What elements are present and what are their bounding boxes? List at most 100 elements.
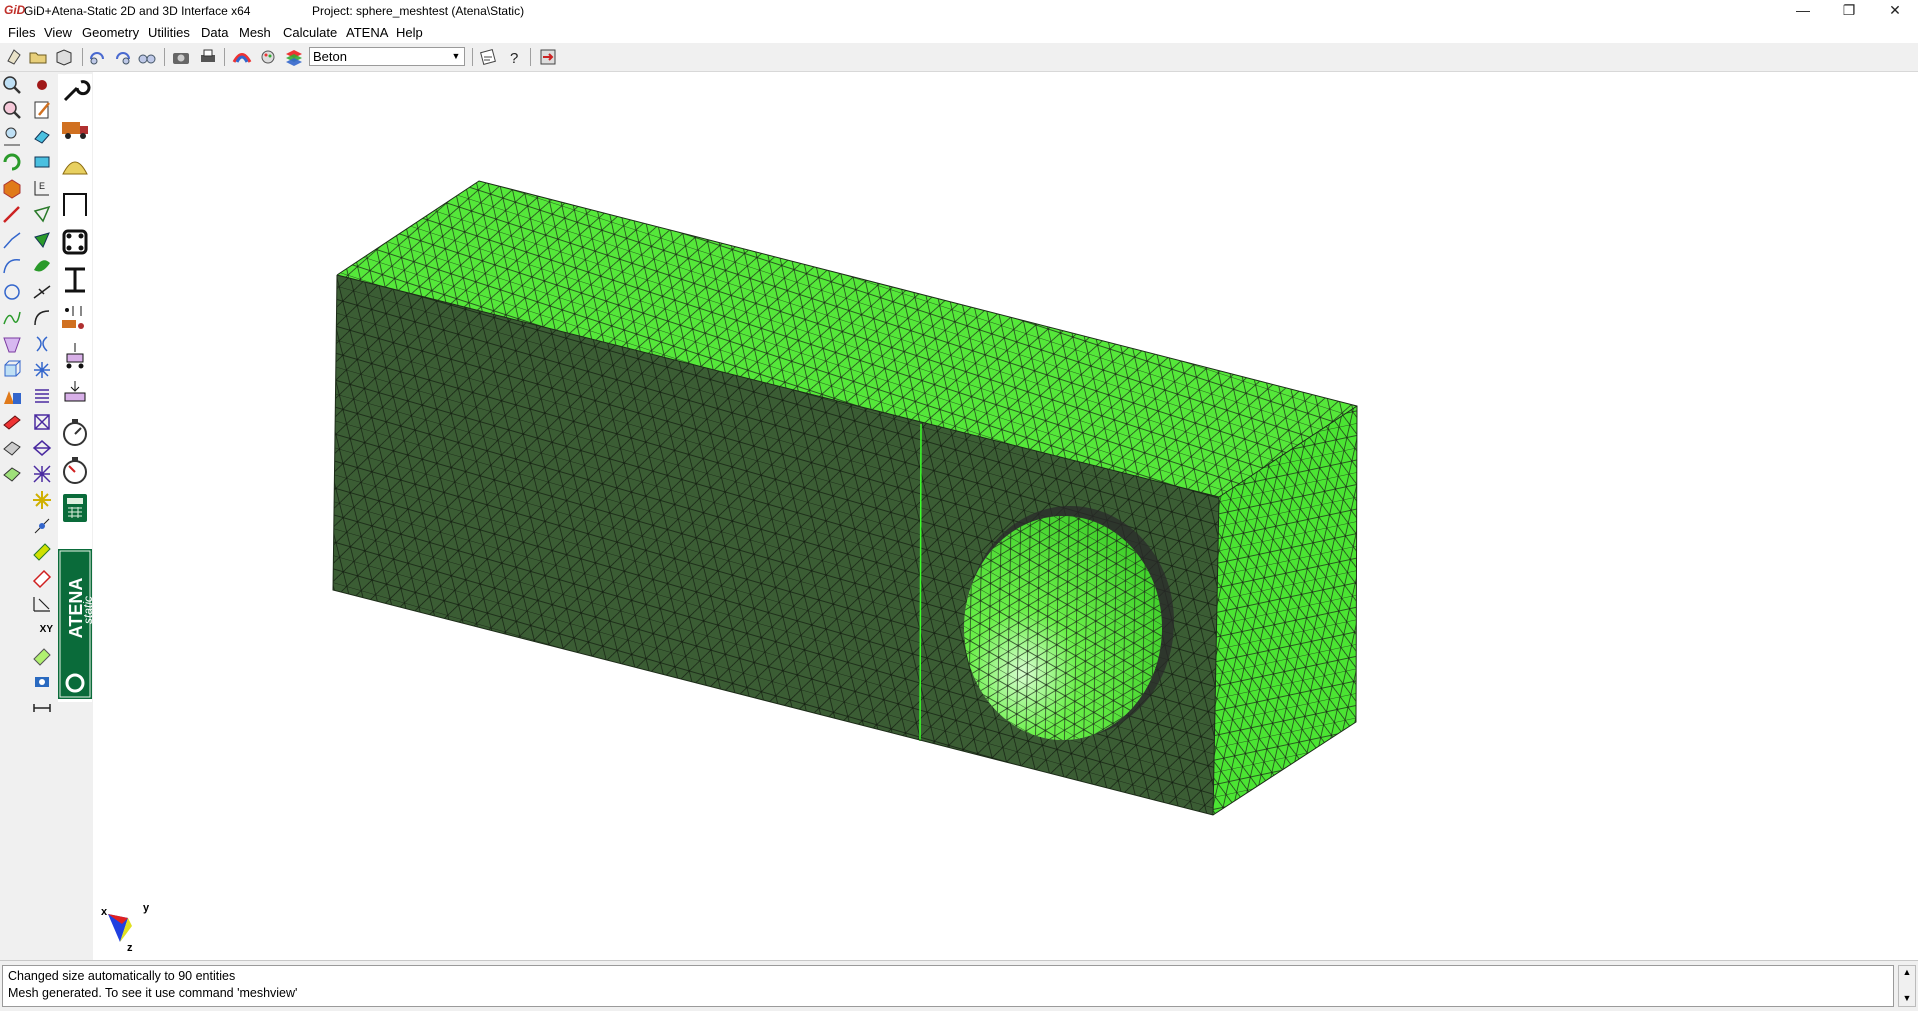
zoom-out-icon[interactable] [1,99,23,121]
array-icon[interactable] [31,385,53,407]
toolbar-separator [224,48,225,66]
eraser-icon[interactable] [31,567,53,589]
redo-all-icon[interactable] [137,47,157,67]
delete-icon[interactable] [1,411,23,433]
edit-icon[interactable] [31,99,53,121]
support-icon[interactable] [59,340,91,372]
print-icon[interactable] [198,47,218,67]
scroll-up-icon[interactable]: ▲ [1899,966,1915,978]
volume-icon[interactable] [1,359,23,381]
mesh-view[interactable] [93,72,1918,960]
svg-text:?: ? [510,50,518,67]
line-icon[interactable] [1,203,23,225]
message-log[interactable]: Changed size automatically to 90 entitie… [2,965,1894,1007]
undo-icon[interactable] [88,47,108,67]
restore-button[interactable]: ❐ [1826,0,1872,22]
minimize-button[interactable]: — [1780,0,1826,22]
surface-icon[interactable] [1,333,23,355]
intersect-icon[interactable] [31,333,53,355]
arc-icon[interactable] [1,255,23,277]
rotate-icon[interactable] [1,151,23,173]
wrench-icon[interactable] [59,74,91,106]
node-edit-icon[interactable] [31,515,53,537]
message-scrollbar[interactable]: ▲ ▼ [1898,965,1916,1007]
menu-mesh[interactable]: Mesh [239,25,271,40]
exit-icon[interactable] [538,47,558,67]
mesh-quad-icon[interactable] [31,411,53,433]
coordinates-label[interactable]: XY [31,619,53,641]
rectangle-icon[interactable] [31,151,53,173]
camera-icon[interactable] [171,47,191,67]
contact-icon[interactable] [31,203,53,225]
mesh-seam-line [919,423,922,742]
menu-data[interactable]: Data [201,25,228,40]
distance-icon[interactable] [31,593,53,615]
zoom-in-icon[interactable] [1,74,23,96]
graphics-viewport[interactable]: x y z [93,72,1918,960]
menu-utilities[interactable]: Utilities [148,25,190,40]
zoom-frame-icon[interactable] [1,125,23,147]
menu-geometry[interactable]: Geometry [82,25,139,40]
contact-fill-icon[interactable] [31,229,53,251]
spark-icon[interactable] [31,489,53,511]
load-truck-icon[interactable] [59,302,91,334]
dimension-icon[interactable]: E [31,177,53,199]
clear-icon[interactable] [31,645,53,667]
load-icon[interactable] [59,378,91,410]
list-icon[interactable] [1,437,23,459]
layers-icon[interactable] [284,47,304,67]
truck-icon[interactable] [59,112,91,144]
menu-atena[interactable]: ATENA [346,25,388,40]
menu-view[interactable]: View [44,25,72,40]
copy-icon[interactable] [31,125,53,147]
leaf-icon[interactable] [31,255,53,277]
info-icon[interactable] [31,671,53,693]
curve-edit-icon[interactable] [31,307,53,329]
help-icon[interactable]: ? [504,47,524,67]
app-title: GiD+Atena-Static 2D and 3D Interface x64 [24,4,251,18]
mesh-struct-icon[interactable] [31,463,53,485]
measure-icon[interactable] [31,697,53,719]
close-button[interactable]: ✕ [1872,0,1918,22]
save-icon[interactable] [54,47,74,67]
toolbar-separator [530,48,531,66]
ruler-icon[interactable] [31,541,53,563]
point-icon[interactable] [31,74,53,96]
calculator-icon[interactable] [59,492,91,524]
menu-calculate[interactable]: Calculate [283,25,337,40]
section-icon[interactable] [59,226,91,258]
axis-z-label: z [127,942,133,954]
scroll-down-icon[interactable]: ▼ [1899,992,1915,1004]
mesh-tri-icon[interactable] [31,437,53,459]
shell-icon[interactable] [59,150,91,182]
atena-toolbar: ATENA static [58,74,95,702]
star-icon[interactable] [31,359,53,381]
app-logo: GiD [4,3,26,17]
polyline-icon[interactable] [1,229,23,251]
properties-icon[interactable] [478,47,498,67]
open-icon[interactable] [28,47,48,67]
stopwatch-icon[interactable] [59,416,91,448]
render-icon[interactable] [232,47,252,67]
sphere-surface-lines [964,516,1162,740]
redo-icon[interactable] [112,47,132,67]
render-shaded-icon[interactable] [1,177,23,199]
nurbs-line-icon[interactable] [1,307,23,329]
new-icon[interactable] [4,47,24,67]
shapes-icon[interactable] [1,385,23,407]
frame-icon[interactable] [59,188,91,220]
move-icon[interactable] [1,463,23,485]
toolbar-separator [82,48,83,66]
split-icon[interactable] [31,281,53,303]
layer-select-value: Beton [313,49,347,64]
monitor-icon[interactable] [59,454,91,486]
status-line: Changed size automatically to 90 entitie… [8,969,236,983]
chevron-down-icon[interactable]: ▼ [449,49,463,64]
palette-icon[interactable] [258,47,278,67]
beam-icon[interactable] [59,264,91,296]
layer-select[interactable]: Beton ▼ [309,47,465,66]
circle-icon[interactable] [1,281,23,303]
axis-y-label: y [143,902,150,914]
menu-files[interactable]: Files [8,25,35,40]
menu-help[interactable]: Help [396,25,423,40]
